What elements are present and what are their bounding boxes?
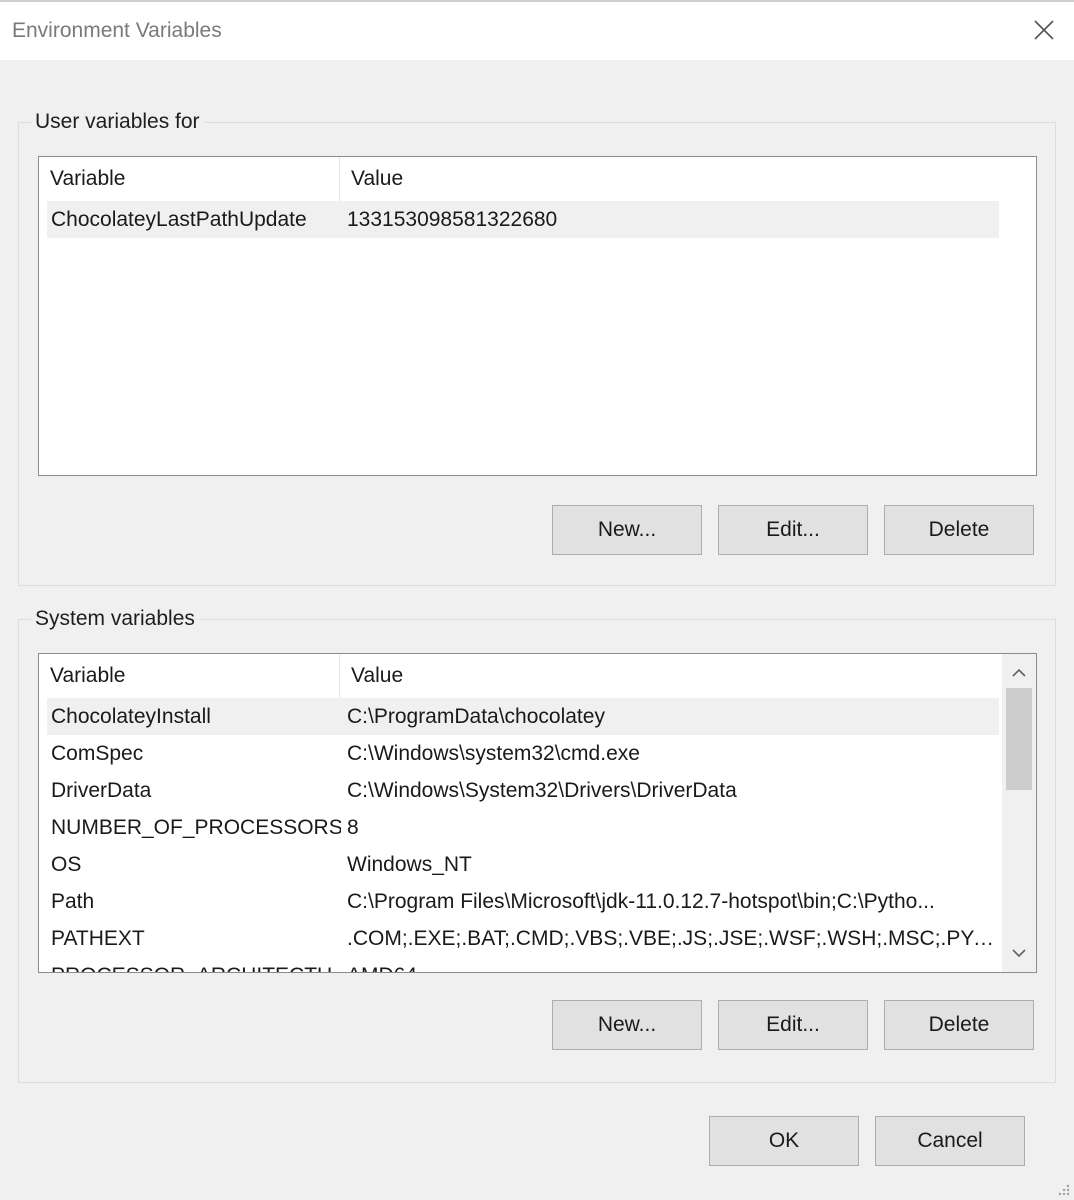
variable-name-cell: ChocolateyLastPathUpdate	[51, 208, 307, 231]
system-delete-button[interactable]: Delete	[884, 1000, 1034, 1050]
variable-name-cell: NUMBER_OF_PROCESSORS	[51, 816, 341, 839]
scroll-down-button[interactable]	[1002, 936, 1036, 970]
variable-value-cell: C:\Windows\System32\Drivers\DriverData	[347, 779, 737, 802]
system-new-button[interactable]: New...	[552, 1000, 702, 1050]
window-title: Environment Variables	[12, 19, 222, 42]
table-row[interactable]: OS Windows_NT	[47, 846, 999, 883]
system-edit-button[interactable]: Edit...	[718, 1000, 868, 1050]
variable-value-cell: 8	[347, 816, 359, 839]
ok-button[interactable]: OK	[709, 1116, 859, 1166]
list-header: Variable Value	[39, 157, 999, 201]
chevron-down-icon	[1012, 949, 1026, 958]
variable-value-cell: 133153098581322680	[347, 208, 558, 231]
variable-name-cell: PROCESSOR_ARCHITECTU...	[51, 957, 341, 972]
chevron-up-icon	[1012, 668, 1026, 677]
user-variables-list[interactable]: Variable Value ChocolateyLastPathUpdate 1…	[38, 156, 1037, 476]
variable-name-cell: Path	[51, 890, 95, 913]
system-variables-label: System variables	[31, 605, 199, 633]
cancel-button[interactable]: Cancel	[875, 1116, 1025, 1166]
variable-name-cell: OS	[51, 853, 82, 876]
table-row[interactable]: ChocolateyInstall C:\ProgramData\chocolat…	[47, 698, 999, 735]
variable-value-cell: AMD64	[347, 957, 999, 972]
user-delete-button[interactable]: Delete	[884, 505, 1034, 555]
column-header-variable[interactable]: Variable	[39, 157, 339, 201]
variable-name-cell: ChocolateyInstall	[51, 705, 211, 728]
variable-name-cell: ComSpec	[51, 742, 144, 765]
resize-grip-icon[interactable]	[1056, 1182, 1070, 1196]
column-header-variable[interactable]: Variable	[39, 654, 339, 698]
table-row[interactable]: NUMBER_OF_PROCESSORS 8	[47, 809, 999, 846]
variable-value-cell: C:\ProgramData\chocolatey	[347, 705, 605, 728]
table-row[interactable]: Path C:\Program Files\Microsoft\jdk-11.0.…	[47, 883, 999, 920]
table-row[interactable]: DriverData C:\Windows\System32\Drivers\Dr…	[47, 772, 999, 809]
table-row[interactable]: PROCESSOR_ARCHITECTU... AMD64	[47, 957, 999, 972]
table-row[interactable]: ChocolateyLastPathUpdate 1331530985813226…	[47, 201, 999, 238]
table-row[interactable]: ComSpec C:\Windows\system32\cmd.exe	[47, 735, 999, 772]
user-edit-button[interactable]: Edit...	[718, 505, 868, 555]
title-bar: Environment Variables	[0, 0, 1074, 60]
column-header-value[interactable]: Value	[339, 157, 999, 201]
variable-name-cell: PATHEXT	[51, 927, 145, 950]
variable-name-cell: DriverData	[51, 779, 152, 802]
variable-value-cell: C:\Program Files\Microsoft\jdk-11.0.12.7…	[347, 890, 935, 913]
close-button[interactable]	[1022, 10, 1066, 50]
scroll-thumb[interactable]	[1006, 688, 1032, 790]
variable-value-cell: C:\Windows\system32\cmd.exe	[347, 742, 640, 765]
user-new-button[interactable]: New...	[552, 505, 702, 555]
variable-value-cell: .COM;.EXE;.BAT;.CMD;.VBS;.VBE;.JS;.JSE;.…	[347, 927, 999, 950]
list-header: Variable Value	[39, 654, 999, 698]
vertical-scrollbar[interactable]	[1002, 654, 1036, 972]
scroll-up-button[interactable]	[1002, 656, 1036, 690]
table-row[interactable]: PATHEXT .COM;.EXE;.BAT;.CMD;.VBS;.VBE;.JS…	[47, 920, 999, 957]
system-variables-list[interactable]: Variable Value ChocolateyInstall C:\Progr…	[38, 653, 1037, 973]
column-header-value[interactable]: Value	[339, 654, 999, 698]
close-icon	[1034, 20, 1054, 40]
variable-value-cell: Windows_NT	[347, 853, 472, 876]
user-variables-label: User variables for	[31, 108, 204, 136]
